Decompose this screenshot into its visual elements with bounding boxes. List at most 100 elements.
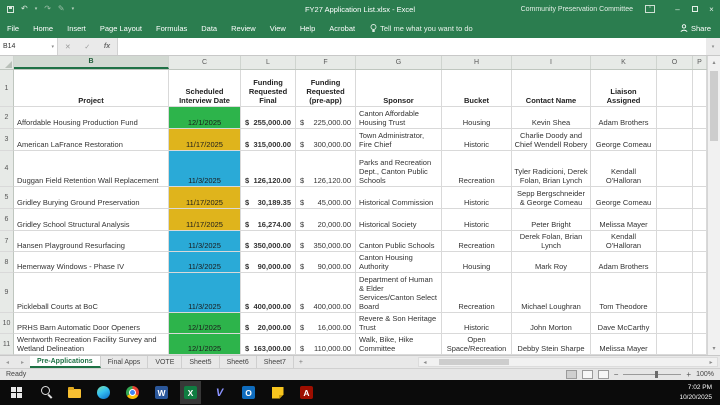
column-header-l[interactable]: L (241, 56, 296, 69)
sheet-tab-final-apps[interactable]: Final Apps (101, 356, 149, 368)
scroll-up-icon[interactable]: ▴ (708, 56, 720, 69)
ribbon-tab-file[interactable]: File (0, 18, 26, 38)
cell-contact[interactable]: John Morton (512, 313, 591, 334)
scroll-left-icon[interactable]: ◂ (419, 359, 431, 366)
cell-bucket[interactable]: Recreation (442, 151, 512, 187)
new-sheet-button[interactable]: + (294, 356, 308, 368)
cell-empty-p[interactable] (693, 129, 707, 151)
header-cell-contact-name[interactable]: Contact Name (512, 70, 591, 107)
cell-empty-p[interactable] (693, 187, 707, 209)
cell-sponsor[interactable]: Historical Society (356, 209, 442, 231)
cell-liaison[interactable]: Dave McCarthy (591, 313, 657, 334)
ribbon-tab-review[interactable]: Review (224, 18, 263, 38)
cell-funding-final[interactable]: $126,120.00 (241, 151, 296, 187)
cell-project[interactable]: American LaFrance Restoration (14, 129, 169, 151)
v-app-icon[interactable]: V (209, 381, 230, 404)
cell-sponsor[interactable]: Canton Public Schools (356, 231, 442, 252)
header-cell-bucket[interactable]: Bucket (442, 70, 512, 107)
cell-sponsor[interactable]: Revere & Son Heritage Trust (356, 313, 442, 334)
sheet-tab-sheet5[interactable]: Sheet5 (182, 356, 219, 368)
cell-bucket[interactable]: Recreation (442, 273, 512, 313)
cancel-icon[interactable]: ✕ (65, 43, 71, 51)
cell-funding-final[interactable]: $16,274.00 (241, 209, 296, 231)
cell-bucket[interactable]: Housing (442, 107, 512, 129)
cell-empty-o[interactable] (657, 209, 693, 231)
column-header-k[interactable]: K (591, 56, 657, 69)
zoom-level[interactable]: 100% (696, 371, 714, 378)
column-header-p[interactable]: P (693, 56, 707, 69)
cell-empty-o[interactable] (657, 187, 693, 209)
cell-empty-o[interactable] (657, 129, 693, 151)
row-header-2[interactable]: 2 (0, 107, 14, 129)
cell-liaison[interactable]: Kendall O'Halloran (591, 231, 657, 252)
cell-empty-p[interactable] (693, 107, 707, 129)
ribbon-display-options-icon[interactable]: ⌃ (645, 5, 655, 13)
cell-interview-date[interactable]: 11/3/2025 (169, 273, 241, 313)
cell-interview-date[interactable]: 11/17/2025 (169, 187, 241, 209)
scroll-down-icon[interactable]: ▾ (708, 342, 720, 355)
edge-icon[interactable] (93, 381, 114, 404)
horizontal-scrollbar[interactable]: ◂ ▸ (418, 357, 718, 367)
cell-bucket[interactable]: Historic (442, 187, 512, 209)
outlook-icon[interactable]: O (238, 381, 259, 404)
cell-funding-final[interactable]: $350,000.00 (241, 231, 296, 252)
ribbon-tab-view[interactable]: View (263, 18, 293, 38)
name-box-dropdown-icon[interactable]: ▾ (51, 44, 54, 50)
cell-funding-preapp[interactable]: $90,000.00 (296, 252, 356, 273)
header-cell-funding-requested-pre-app-[interactable]: Funding Requested (pre-app) (296, 70, 356, 107)
cell-empty-p[interactable] (693, 151, 707, 187)
zoom-slider[interactable] (623, 374, 681, 375)
cell-liaison[interactable]: George Comeau (591, 187, 657, 209)
cell-empty-o[interactable] (657, 313, 693, 334)
cell-sponsor[interactable]: Canton Affordable Housing Trust (356, 107, 442, 129)
enter-icon[interactable]: ✓ (84, 43, 90, 51)
header-cell-scheduled-interview-date[interactable]: Scheduled Interview Date (169, 70, 241, 107)
cell-empty-o[interactable] (657, 231, 693, 252)
cell-contact[interactable]: Sepp Bergschneider & George Comeau (512, 187, 591, 209)
tab-scroll-right-icon[interactable]: ▸ (21, 359, 24, 366)
cell-project[interactable]: Gridley Burying Ground Preservation (14, 187, 169, 209)
sticky-notes-icon[interactable] (267, 381, 288, 404)
column-header-f[interactable]: F (296, 56, 356, 69)
cell-empty-p[interactable] (693, 273, 707, 313)
cell-empty-o[interactable] (657, 107, 693, 129)
word-icon[interactable]: W (151, 381, 172, 404)
cell-sponsor[interactable]: Town Administrator, Fire Chief (356, 129, 442, 151)
cell-bucket[interactable]: Historic (442, 313, 512, 334)
cell-funding-preapp[interactable]: $126,120.00 (296, 151, 356, 187)
qat-customize-icon[interactable]: ▾ (72, 6, 75, 12)
row-header-6[interactable]: 6 (0, 209, 14, 231)
cell-interview-date[interactable]: 11/3/2025 (169, 151, 241, 187)
cell-funding-final[interactable]: $315,000.00 (241, 129, 296, 151)
row-header-7[interactable]: 7 (0, 231, 14, 252)
cell-empty-p[interactable] (693, 334, 707, 355)
ribbon-tab-help[interactable]: Help (293, 18, 322, 38)
row-header-10[interactable]: 10 (0, 313, 14, 334)
undo-icon[interactable]: ↶ (21, 5, 28, 13)
formula-bar-expand-icon[interactable]: ▾ (706, 38, 720, 55)
header-cell-empty-o[interactable] (657, 70, 693, 107)
chrome-icon[interactable] (122, 381, 143, 404)
cell-sponsor[interactable]: Historical Commission (356, 187, 442, 209)
row-header-8[interactable]: 8 (0, 252, 14, 273)
select-all-corner[interactable] (0, 56, 14, 69)
cell-sponsor[interactable]: Department of Human & Elder Services/Can… (356, 273, 442, 313)
cell-contact[interactable]: Tyler Radicioni, Derek Folan, Brian Lync… (512, 151, 591, 187)
cell-funding-final[interactable]: $255,000.00 (241, 107, 296, 129)
column-header-o[interactable]: O (657, 56, 693, 69)
header-cell-empty-p[interactable] (693, 70, 707, 107)
ribbon-tab-acrobat[interactable]: Acrobat (322, 18, 362, 38)
ribbon-tab-formulas[interactable]: Formulas (149, 18, 194, 38)
undo-dropdown-icon[interactable]: ▾ (35, 6, 38, 12)
cell-project[interactable]: Pickleball Courts at BoC (14, 273, 169, 313)
cell-liaison[interactable]: Melissa Mayer (591, 209, 657, 231)
vertical-scrollbar[interactable]: ▴ ▾ (707, 56, 720, 355)
cell-interview-date[interactable]: 12/1/2025 (169, 107, 241, 129)
minimize-button[interactable]: – (669, 0, 686, 18)
tell-me-box[interactable]: Tell me what you want to do (370, 24, 473, 33)
account-name[interactable]: Community Preservation Committee (521, 6, 633, 13)
cell-project[interactable]: PRHS Barn Automatic Door Openers (14, 313, 169, 334)
cell-empty-o[interactable] (657, 334, 693, 355)
cell-liaison[interactable]: George Comeau (591, 129, 657, 151)
zoom-in-icon[interactable]: + (686, 370, 691, 379)
